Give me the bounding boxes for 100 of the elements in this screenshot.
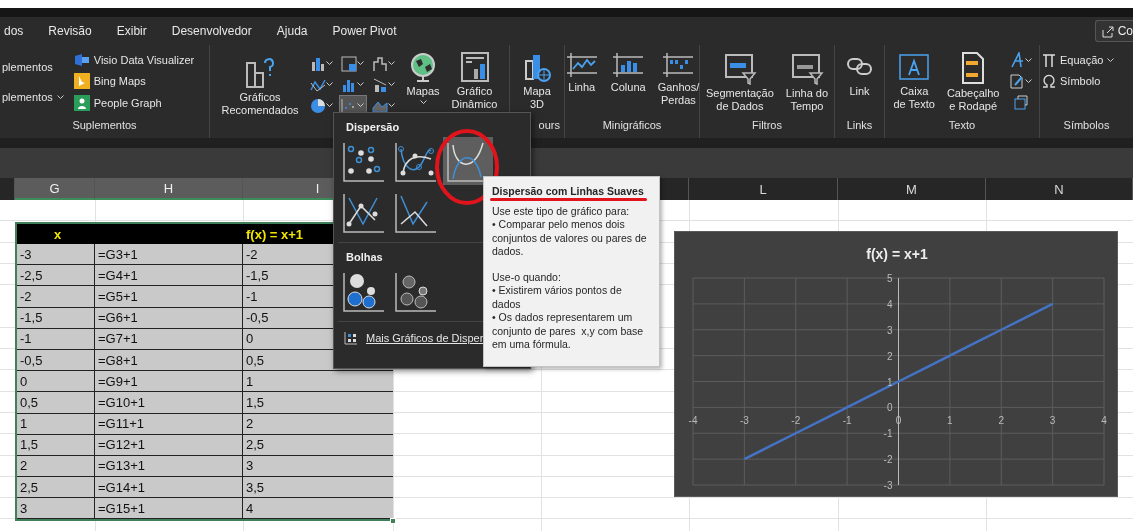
add-in-button[interactable]: Visio Data Visualizer <box>71 51 197 69</box>
y-tick-label: 0 <box>886 402 893 414</box>
ribbon-tab[interactable]: dos <box>4 24 24 38</box>
scatter-grid-icon <box>344 331 358 345</box>
symbol-button[interactable]: Símbolo <box>1040 72 1117 90</box>
group-label: Filtros <box>752 118 782 133</box>
add-ins-button[interactable]: plementos <box>0 89 66 105</box>
ribbon-tab[interactable]: Exibir <box>116 24 147 38</box>
people-graph-icon <box>73 95 90 111</box>
sparkline-button[interactable]: Linha <box>561 49 602 96</box>
caret-icon <box>1107 57 1115 63</box>
column-sparkline-icon <box>611 51 646 79</box>
menu-section-title: Dispersão <box>346 121 400 133</box>
table-cell: 2 <box>17 455 95 478</box>
caret-icon <box>1025 57 1033 63</box>
group-label: Símbolos <box>1063 118 1110 133</box>
ribbon-tab[interactable]: Desenvolvedor <box>171 24 252 38</box>
hierarchy-chart-button[interactable] <box>338 53 367 74</box>
y-tick-label: 4 <box>886 298 893 310</box>
win-loss-sparkline-icon <box>661 51 696 79</box>
table-cell: =G6+1 <box>95 307 243 329</box>
caret-icon <box>56 94 64 100</box>
group-label: Links <box>846 118 873 133</box>
combo-chart-icon <box>372 76 389 93</box>
y-tick-label: -1 <box>883 428 893 440</box>
x-tick-label: -4 <box>688 415 698 427</box>
table-cell: 1 <box>17 413 95 435</box>
recommended-charts-button[interactable]: Gráficos Recomendados <box>218 49 302 119</box>
caret-icon <box>419 100 427 105</box>
y-tick-label: 1 <box>886 376 893 388</box>
sparkline-button[interactable]: Ganhos/ Perdas <box>654 49 703 109</box>
add-ins-button[interactable]: plementos <box>0 59 66 75</box>
caret-icon <box>326 61 334 66</box>
caret-icon <box>326 103 334 108</box>
text-box-icon <box>897 51 932 83</box>
table-cell: =G12+1 <box>95 434 243 456</box>
wordart-button[interactable] <box>1008 51 1034 69</box>
caret-icon <box>326 82 334 87</box>
table-cell: =G10+1 <box>95 392 243 414</box>
add-in-button[interactable]: People Graph <box>71 93 197 113</box>
fill-handle[interactable] <box>390 518 396 525</box>
table-cell: =G8+1 <box>95 349 243 372</box>
table-header: x <box>17 224 95 244</box>
stacked-squares-icon <box>1013 94 1029 110</box>
share-button[interactable]: Co <box>1094 20 1133 42</box>
equation-button[interactable]: Equação <box>1040 51 1117 69</box>
ribbon-tab[interactable]: Power Pivot <box>332 24 397 38</box>
table-cell: -1,5 <box>17 307 95 329</box>
slicer-button[interactable]: Segmentação de Dados <box>702 49 777 115</box>
3d-map-button[interactable]: Mapa 3D <box>519 49 555 113</box>
table-cell: 2 <box>243 413 393 435</box>
link-button[interactable]: Link <box>841 49 878 100</box>
sparkline-button[interactable]: Coluna <box>607 49 649 96</box>
table-cell: =G3+1 <box>95 244 243 266</box>
header-footer-button[interactable]: Cabeçalho e Rodapé <box>943 49 1003 115</box>
table-cell: =G14+1 <box>95 477 243 499</box>
x-tick-label: -2 <box>791 415 801 427</box>
pivot-chart-button[interactable]: Gráfico Dinâmico <box>448 49 501 113</box>
share-icon <box>1100 24 1114 38</box>
signature-line-button[interactable] <box>1008 72 1034 90</box>
table-cell: 1 <box>243 371 393 393</box>
smooth-lines-option[interactable] <box>443 137 493 185</box>
table-cell: -2 <box>17 286 95 308</box>
y-tick-label: 5 <box>886 273 893 284</box>
x-tick-label: 2 <box>998 415 1005 427</box>
column-header[interactable]: H <box>95 178 243 200</box>
table-cell: =G5+1 <box>95 286 243 308</box>
group-label: Minigráficos <box>602 118 662 133</box>
table-cell: 3 <box>17 498 95 520</box>
y-tick-label: 3 <box>886 324 893 336</box>
tooltip-text: • Comparar pelo menos dois conjuntos de valores ou pares de dados. <box>492 218 648 259</box>
caret-icon <box>357 61 365 66</box>
table-cell: -2,5 <box>17 265 95 287</box>
x-tick-label: -3 <box>739 415 749 427</box>
ribbon-tab[interactable]: Revisão <box>48 24 92 38</box>
waterfall-chart-icon <box>372 55 389 72</box>
add-in-button[interactable]: Bing Maps <box>71 71 197 91</box>
table-cell: 0,5 <box>17 392 95 414</box>
tooltip-text: Use-o quando: <box>492 270 562 284</box>
table-cell: 3,5 <box>243 477 393 499</box>
y-tick-label: 2 <box>886 350 893 362</box>
maps-button[interactable]: Mapas <box>403 49 443 107</box>
group-label: ours <box>538 118 561 133</box>
tooltip-text: • Os dados representarem um conjunto de pares x,y com base em uma fórmula. <box>492 311 645 352</box>
table-cell: -1 <box>17 328 95 350</box>
tooltip-text: Use este tipo de gráfico para: <box>492 204 631 218</box>
slicer-icon <box>722 51 757 85</box>
table-cell: 1,5 <box>17 434 95 456</box>
pi-icon <box>1042 53 1056 67</box>
group-label: Texto <box>948 118 976 133</box>
x-tick-label: 3 <box>1049 415 1056 427</box>
column-header[interactable]: G <box>15 178 95 200</box>
pivot-chart-icon <box>459 51 490 83</box>
text-box-button[interactable]: Caixa de Texto <box>890 49 938 113</box>
x-tick-label: 1 <box>947 415 953 427</box>
timeline-icon <box>789 51 824 85</box>
timeline-button[interactable]: Linha do Tempo <box>782 49 832 115</box>
menu-section-title: Bolhas <box>346 251 383 263</box>
table-cell: 0 <box>17 371 95 393</box>
ribbon-tab[interactable]: Ajuda <box>276 24 308 38</box>
